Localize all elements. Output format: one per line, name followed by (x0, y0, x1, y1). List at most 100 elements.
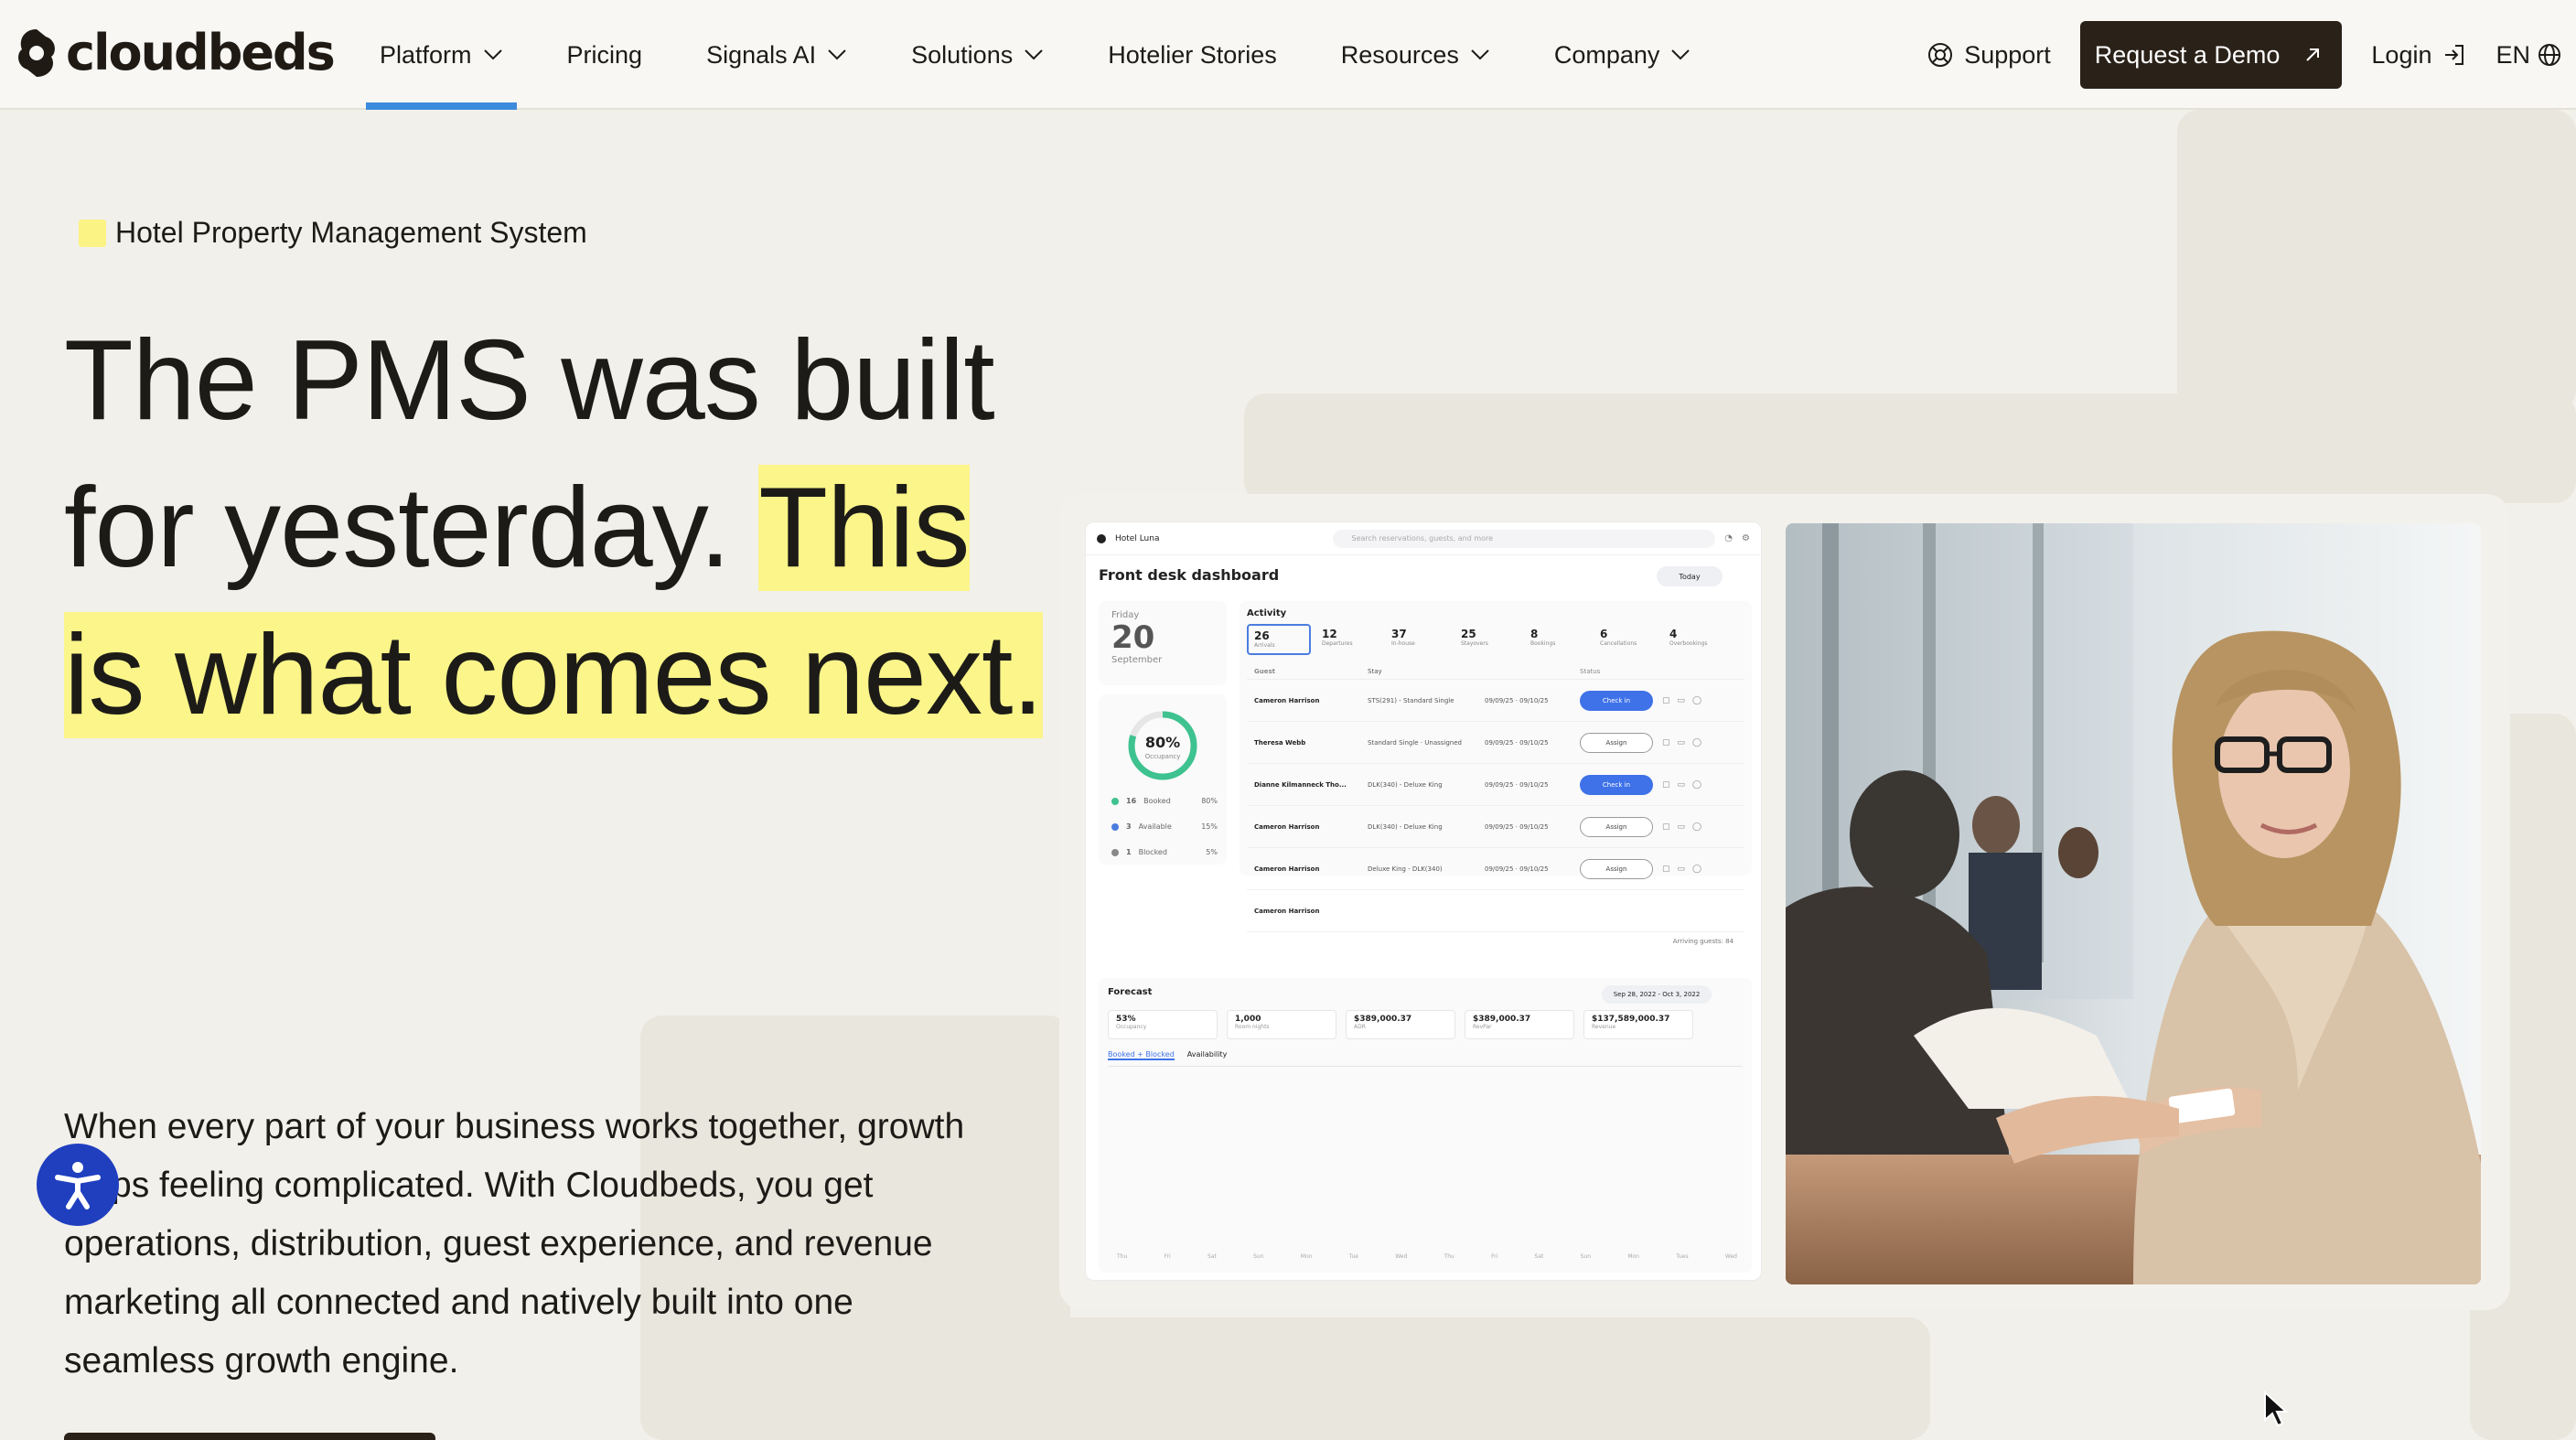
legend-dot (1111, 797, 1119, 805)
chevron-down-icon (483, 49, 502, 60)
stay-info: Standard Single · Unassigned (1368, 738, 1462, 747)
stat-value: 1,000 (1235, 1015, 1261, 1024)
tab-label: Arrivals (1254, 642, 1275, 649)
card-icon[interactable]: ▭ (1678, 865, 1686, 874)
card-icon[interactable]: ▭ (1678, 780, 1686, 790)
message-icon[interactable]: ◯ (1692, 696, 1701, 705)
note-icon[interactable]: ▢ (1662, 822, 1670, 832)
chevron-down-icon (828, 49, 846, 60)
accessibility-button[interactable] (37, 1144, 119, 1226)
card-icon[interactable]: ▭ (1678, 822, 1686, 832)
accessibility-icon (55, 1162, 101, 1209)
note-icon[interactable]: ▢ (1662, 738, 1670, 747)
column-header: Status (1580, 668, 1601, 675)
column-header: Guest (1254, 668, 1275, 675)
cursor-icon (2264, 1391, 2289, 1427)
nav-item-pricing[interactable]: Pricing (553, 0, 657, 110)
login-icon (2445, 45, 2464, 65)
message-icon[interactable]: ◯ (1692, 822, 1701, 832)
table-row[interactable]: Cameron Harrison (1247, 890, 1744, 932)
nav-item-platform[interactable]: Platform (366, 0, 517, 110)
activity-tabs: 26 Arrivals 12 Departures 37 In-house 25 Stayov… (1247, 624, 1744, 655)
occupancy-count: 3 (1126, 822, 1132, 831)
message-icon[interactable]: ◯ (1692, 865, 1701, 874)
axis-tick-label: Tues (1676, 1253, 1689, 1260)
assign-button[interactable]: Assign (1580, 858, 1653, 879)
nav-label: Pricing (566, 40, 643, 69)
forecast-tab[interactable]: Booked + Blocked (1108, 1050, 1175, 1060)
note-icon[interactable]: ▢ (1662, 780, 1670, 790)
nav-label: Platform (380, 40, 472, 69)
stat-label: Revenue (1592, 1024, 1616, 1030)
nav-label: Solutions (911, 40, 1014, 69)
occupancy-row-label: Available (1138, 822, 1172, 831)
activity-tab[interactable]: 25 Stayovers (1455, 624, 1519, 655)
note-icon[interactable]: ▢ (1662, 696, 1670, 705)
status-cell: Check in (1580, 690, 1662, 711)
hero-cta-button[interactable] (64, 1433, 435, 1440)
guest-name: Cameron Harrison (1254, 907, 1320, 915)
activity-tab[interactable]: 37 In-house (1386, 624, 1450, 655)
nav-item-solutions[interactable]: Solutions (897, 0, 1057, 110)
forecast-date-range[interactable]: Sep 28, 2022 - Oct 3, 2022 (1602, 985, 1712, 1004)
activity-tab[interactable]: 6 Cancellations (1594, 624, 1658, 655)
check-in-button[interactable]: Check in (1580, 774, 1653, 795)
stay-dates: 09/09/25 · 09/10/25 (1485, 822, 1549, 831)
stay-dates: 09/09/25 · 09/10/25 (1485, 780, 1549, 789)
occupancy-row: 16 Booked 80% (1111, 797, 1218, 805)
message-icon[interactable]: ◯ (1692, 738, 1701, 747)
stat-value: $389,000.37 (1354, 1015, 1412, 1024)
activity-widget: Activity 26 Arrivals 12 Departures 37 In-hous… (1240, 601, 1752, 945)
nav-item-resources[interactable]: Resources (1327, 0, 1504, 110)
assign-button[interactable]: Assign (1580, 732, 1653, 753)
card-icon[interactable]: ▭ (1678, 738, 1686, 747)
message-icon[interactable]: ◯ (1692, 780, 1701, 790)
language-selector[interactable]: EN (2496, 41, 2561, 70)
note-icon[interactable]: ▢ (1662, 865, 1670, 874)
occupancy-row-label: Blocked (1138, 848, 1167, 856)
activity-footer: Arriving guests: 84 (1672, 938, 1733, 945)
table-row[interactable]: Cameron Harrison DLK(340) - Deluxe King 09… (1247, 806, 1744, 848)
bg-block (1244, 393, 2576, 503)
activity-tab[interactable]: 26 Arrivals (1247, 624, 1311, 655)
occupancy-count: 16 (1126, 797, 1137, 805)
stat-label: Occupancy (1116, 1024, 1147, 1030)
axis-tick-label: Thu (1117, 1253, 1128, 1260)
front-desk-photo (1786, 523, 2481, 1284)
assign-button[interactable]: Assign (1580, 816, 1653, 837)
forecast-stat: $389,000.37 ADR (1346, 1010, 1455, 1039)
support-link[interactable]: Support (1927, 41, 2051, 70)
date-widget: Friday 20 September (1099, 601, 1227, 685)
request-demo-button[interactable]: Request a Demo (2079, 21, 2343, 89)
table-row[interactable]: Cameron Harrison Deluxe King - DLK(340) 09… (1247, 848, 1744, 890)
occupancy-count: 1 (1126, 848, 1132, 856)
occupancy-ring: 80% Occupancy (1128, 711, 1197, 780)
activity-tab[interactable]: 12 Departures (1316, 624, 1380, 655)
axis-tick-label: Mon (1627, 1253, 1639, 1260)
table-row[interactable]: Dianne Kilmanneck Tho... DLK(340) - Delux… (1247, 764, 1744, 806)
stat-value: 53% (1116, 1015, 1136, 1024)
logo[interactable]: cloudbeds (13, 24, 336, 81)
activity-tab[interactable]: 4 Overbookings (1664, 624, 1728, 655)
table-row[interactable]: Theresa Webb Standard Single · Unassigned… (1247, 722, 1744, 764)
activity-rows: Cameron Harrison STS(291) - Standard Sing… (1247, 680, 1744, 932)
nav-item-company[interactable]: Company (1540, 0, 1705, 110)
stat-value: $389,000.37 (1473, 1015, 1531, 1024)
nav-label: Resources (1340, 40, 1459, 69)
login-link[interactable]: Login (2371, 41, 2466, 70)
site-header: cloudbeds Platform Pricing Signals AI So… (0, 0, 2576, 110)
nav-item-hotelier-stories[interactable]: Hotelier Stories (1094, 0, 1291, 110)
stat-label: Room nights (1235, 1024, 1270, 1030)
table-row[interactable]: Cameron Harrison STS(291) - Standard Sing… (1247, 680, 1744, 722)
activity-tab[interactable]: 8 Bookings (1525, 624, 1589, 655)
guest-name: Cameron Harrison (1254, 696, 1320, 704)
card-icon[interactable]: ▭ (1678, 696, 1686, 705)
today-button[interactable]: Today (1657, 566, 1723, 586)
forecast-tab[interactable]: Availability (1187, 1050, 1228, 1060)
dashboard-search-input[interactable]: Search reservations, guests, and more (1333, 529, 1716, 548)
guest-name: Dianne Kilmanneck Tho... (1254, 780, 1347, 789)
dashboard-title: Front desk dashboard (1099, 566, 1280, 584)
nav-item-signals-ai[interactable]: Signals AI (692, 0, 861, 110)
check-in-button[interactable]: Check in (1580, 690, 1653, 711)
hero-eyebrow: Hotel Property Management System (79, 216, 587, 250)
